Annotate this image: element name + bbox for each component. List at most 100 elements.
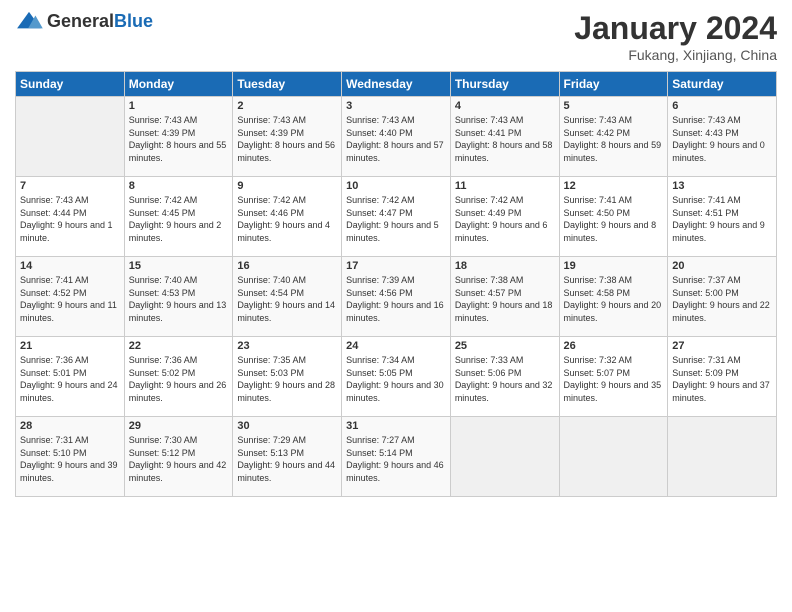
header-wednesday: Wednesday	[342, 72, 451, 97]
calendar-cell: 8Sunrise: 7:42 AMSunset: 4:45 PMDaylight…	[124, 177, 233, 257]
calendar-cell: 2 Sunrise: 7:43 AMSunset: 4:39 PMDaylight…	[233, 97, 342, 177]
calendar-cell: 28Sunrise: 7:31 AMSunset: 5:10 PMDayligh…	[16, 417, 125, 497]
title-block: January 2024 Fukang, Xinjiang, China	[574, 10, 777, 63]
day-number: 4	[455, 100, 555, 112]
calendar-cell	[668, 417, 777, 497]
calendar-cell: 21 Sunrise: 7:36 AMSunset: 5:01 PMDayligh…	[16, 337, 125, 417]
calendar-week-2: 7 Sunrise: 7:43 AMSunset: 4:44 PMDaylight…	[16, 177, 777, 257]
calendar-cell: 16Sunrise: 7:40 AMSunset: 4:54 PMDayligh…	[233, 257, 342, 337]
day-number: 5	[564, 100, 664, 112]
logo: GeneralBlue	[15, 10, 153, 32]
calendar-cell: 23Sunrise: 7:35 AMSunset: 5:03 PMDayligh…	[233, 337, 342, 417]
logo-blue: Blue	[114, 11, 153, 31]
day-number: 13	[672, 180, 772, 192]
day-number: 22	[129, 340, 229, 352]
logo-text: GeneralBlue	[47, 11, 153, 32]
calendar-table: Sunday Monday Tuesday Wednesday Thursday…	[15, 71, 777, 497]
header-sunday: Sunday	[16, 72, 125, 97]
day-number: 17	[346, 260, 446, 272]
calendar-cell	[16, 97, 125, 177]
calendar-cell: 18Sunrise: 7:38 AMSunset: 4:57 PMDayligh…	[450, 257, 559, 337]
day-number: 28	[20, 420, 120, 432]
calendar-cell: 13Sunrise: 7:41 AMSunset: 4:51 PMDayligh…	[668, 177, 777, 257]
calendar-cell	[559, 417, 668, 497]
day-number: 10	[346, 180, 446, 192]
calendar-cell: 6 Sunrise: 7:43 AMSunset: 4:43 PMDaylight…	[668, 97, 777, 177]
calendar-cell: 15Sunrise: 7:40 AMSunset: 4:53 PMDayligh…	[124, 257, 233, 337]
day-number: 31	[346, 420, 446, 432]
main-container: GeneralBlue January 2024 Fukang, Xinjian…	[0, 0, 792, 507]
calendar-cell: 7 Sunrise: 7:43 AMSunset: 4:44 PMDaylight…	[16, 177, 125, 257]
day-number: 14	[20, 260, 120, 272]
day-info: Sunrise: 7:31 AMSunset: 5:09 PMDaylight:…	[672, 354, 772, 404]
day-info: Sunrise: 7:41 AMSunset: 4:52 PMDaylight:…	[20, 274, 120, 324]
calendar-week-4: 21 Sunrise: 7:36 AMSunset: 5:01 PMDayligh…	[16, 337, 777, 417]
day-number: 27	[672, 340, 772, 352]
day-info: Sunrise: 7:43 AMSunset: 4:39 PMDaylight:…	[129, 114, 229, 164]
calendar-cell: 17Sunrise: 7:39 AMSunset: 4:56 PMDayligh…	[342, 257, 451, 337]
day-number: 24	[346, 340, 446, 352]
day-number: 9	[237, 180, 337, 192]
day-info: Sunrise: 7:43 AMSunset: 4:43 PMDaylight:…	[672, 114, 772, 164]
calendar-cell: 20 Sunrise: 7:37 AMSunset: 5:00 PMDayligh…	[668, 257, 777, 337]
calendar-body: 1Sunrise: 7:43 AMSunset: 4:39 PMDaylight…	[16, 97, 777, 497]
header-friday: Friday	[559, 72, 668, 97]
calendar-cell: 10 Sunrise: 7:42 AMSunset: 4:47 PMDayligh…	[342, 177, 451, 257]
calendar-cell: 9 Sunrise: 7:42 AMSunset: 4:46 PMDaylight…	[233, 177, 342, 257]
calendar-cell: 25Sunrise: 7:33 AMSunset: 5:06 PMDayligh…	[450, 337, 559, 417]
day-number: 21	[20, 340, 120, 352]
day-number: 7	[20, 180, 120, 192]
day-number: 15	[129, 260, 229, 272]
calendar-cell: 31Sunrise: 7:27 AMSunset: 5:14 PMDayligh…	[342, 417, 451, 497]
day-number: 16	[237, 260, 337, 272]
day-info: Sunrise: 7:32 AMSunset: 5:07 PMDaylight:…	[564, 354, 664, 404]
calendar-cell: 22 Sunrise: 7:36 AMSunset: 5:02 PMDayligh…	[124, 337, 233, 417]
day-number: 2	[237, 100, 337, 112]
day-info: Sunrise: 7:35 AMSunset: 5:03 PMDaylight:…	[237, 354, 337, 404]
calendar-cell: 27 Sunrise: 7:31 AMSunset: 5:09 PMDayligh…	[668, 337, 777, 417]
logo-icon	[15, 10, 43, 32]
day-number: 19	[564, 260, 664, 272]
calendar-cell: 3 Sunrise: 7:43 AMSunset: 4:40 PMDaylight…	[342, 97, 451, 177]
calendar-subtitle: Fukang, Xinjiang, China	[574, 47, 777, 63]
day-info: Sunrise: 7:42 AMSunset: 4:46 PMDaylight:…	[237, 194, 337, 244]
calendar-cell: 5 Sunrise: 7:43 AMSunset: 4:42 PMDaylight…	[559, 97, 668, 177]
calendar-cell: 4 Sunrise: 7:43 AMSunset: 4:41 PMDaylight…	[450, 97, 559, 177]
day-info: Sunrise: 7:43 AMSunset: 4:42 PMDaylight:…	[564, 114, 664, 164]
header-saturday: Saturday	[668, 72, 777, 97]
day-number: 18	[455, 260, 555, 272]
logo-general: General	[47, 11, 114, 31]
day-info: Sunrise: 7:34 AMSunset: 5:05 PMDaylight:…	[346, 354, 446, 404]
day-info: Sunrise: 7:41 AMSunset: 4:50 PMDaylight:…	[564, 194, 664, 244]
day-info: Sunrise: 7:43 AMSunset: 4:40 PMDaylight:…	[346, 114, 446, 164]
day-info: Sunrise: 7:38 AMSunset: 4:58 PMDaylight:…	[564, 274, 664, 324]
day-info: Sunrise: 7:42 AMSunset: 4:45 PMDaylight:…	[129, 194, 229, 244]
day-number: 6	[672, 100, 772, 112]
day-info: Sunrise: 7:29 AMSunset: 5:13 PMDaylight:…	[237, 434, 337, 484]
day-number: 20	[672, 260, 772, 272]
header-tuesday: Tuesday	[233, 72, 342, 97]
calendar-week-5: 28Sunrise: 7:31 AMSunset: 5:10 PMDayligh…	[16, 417, 777, 497]
day-number: 30	[237, 420, 337, 432]
day-number: 25	[455, 340, 555, 352]
weekday-header-row: Sunday Monday Tuesday Wednesday Thursday…	[16, 72, 777, 97]
calendar-cell: 1Sunrise: 7:43 AMSunset: 4:39 PMDaylight…	[124, 97, 233, 177]
day-info: Sunrise: 7:42 AMSunset: 4:49 PMDaylight:…	[455, 194, 555, 244]
day-info: Sunrise: 7:36 AMSunset: 5:02 PMDaylight:…	[129, 354, 229, 404]
day-number: 29	[129, 420, 229, 432]
header-monday: Monday	[124, 72, 233, 97]
day-info: Sunrise: 7:42 AMSunset: 4:47 PMDaylight:…	[346, 194, 446, 244]
header-thursday: Thursday	[450, 72, 559, 97]
calendar-cell: 12 Sunrise: 7:41 AMSunset: 4:50 PMDayligh…	[559, 177, 668, 257]
day-info: Sunrise: 7:43 AMSunset: 4:41 PMDaylight:…	[455, 114, 555, 164]
day-number: 3	[346, 100, 446, 112]
calendar-title: January 2024	[574, 10, 777, 47]
calendar-week-3: 14 Sunrise: 7:41 AMSunset: 4:52 PMDayligh…	[16, 257, 777, 337]
day-number: 12	[564, 180, 664, 192]
day-info: Sunrise: 7:37 AMSunset: 5:00 PMDaylight:…	[672, 274, 772, 324]
day-info: Sunrise: 7:43 AMSunset: 4:44 PMDaylight:…	[20, 194, 120, 244]
day-info: Sunrise: 7:36 AMSunset: 5:01 PMDaylight:…	[20, 354, 120, 404]
calendar-cell: 24 Sunrise: 7:34 AMSunset: 5:05 PMDayligh…	[342, 337, 451, 417]
day-info: Sunrise: 7:43 AMSunset: 4:39 PMDaylight:…	[237, 114, 337, 164]
calendar-cell: 14 Sunrise: 7:41 AMSunset: 4:52 PMDayligh…	[16, 257, 125, 337]
